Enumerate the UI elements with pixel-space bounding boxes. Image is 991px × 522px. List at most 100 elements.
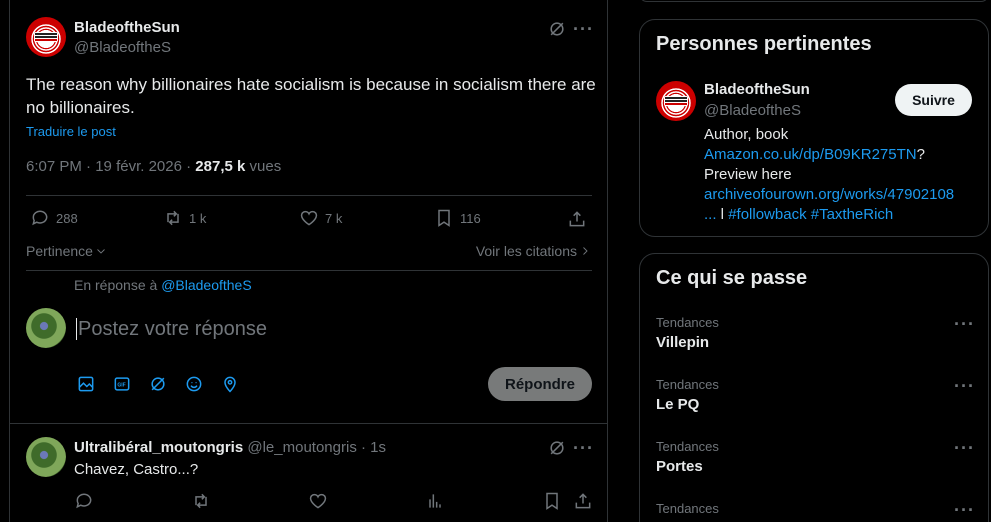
more-options-icon[interactable]: ··· (954, 314, 975, 335)
person-handle[interactable]: @BladeoftheS (704, 102, 801, 119)
more-options-icon[interactable]: ··· (573, 438, 594, 459)
reply-input[interactable]: Postez votre réponse (76, 314, 586, 344)
trend-item[interactable]: Tendances Portes ··· (640, 436, 988, 494)
trend-label: Villepin (656, 334, 710, 351)
trending-card: Ce qui se passe Tendances Villepin ··· T… (639, 253, 989, 522)
reply-to-handle[interactable]: @BladeoftheS (161, 277, 252, 293)
gif-icon[interactable]: GIF (112, 374, 132, 394)
top-card-edge (639, 0, 989, 2)
heart-icon (299, 208, 319, 228)
divider (26, 270, 592, 271)
location-icon[interactable] (220, 374, 240, 394)
trend-category: Tendances (656, 439, 719, 454)
post-author-avatar[interactable] (26, 17, 66, 57)
reply-header: Ultralibéral_moutongris @le_moutongris ·… (74, 439, 386, 456)
reply-author-name[interactable]: Ultralibéral_moutongris (74, 439, 243, 456)
view-quotes-link[interactable]: Voir les citations (476, 243, 591, 259)
reply-to-label: En réponse à (74, 277, 158, 293)
bio-line-5: ... l #followback #TaxtheRich (704, 205, 979, 225)
share-icon[interactable] (573, 491, 593, 511)
trend-category: Tendances (656, 501, 719, 516)
person-bio: Author, book Amazon.co.uk/dp/B09KR275TN?… (704, 125, 979, 225)
more-options-icon[interactable]: ··· (954, 438, 975, 459)
reply-icon (30, 208, 50, 228)
more-options-icon[interactable]: ··· (954, 500, 975, 521)
view-quotes-label: Voir les citations (475, 243, 577, 259)
reply-icon[interactable] (74, 491, 94, 511)
svg-text:GIF: GIF (117, 383, 125, 389)
repost-icon[interactable] (191, 491, 211, 511)
trend-label: Le PQ (656, 396, 700, 413)
trend-category: Tendances (656, 315, 719, 330)
reply-input-placeholder: Postez votre réponse (78, 317, 267, 340)
repost-action[interactable]: 1 k (163, 208, 206, 228)
meta-separator: · (186, 158, 196, 175)
divider (26, 195, 592, 196)
more-options-icon[interactable]: ··· (573, 19, 594, 40)
sort-relevance-label: Pertinence (26, 243, 93, 259)
like-action[interactable]: 7 k (299, 208, 342, 228)
composer-toolbar: GIF (76, 374, 240, 394)
post-date[interactable]: 19 févr. 2026 (95, 158, 182, 175)
meta-separator: · (86, 158, 96, 175)
composer-avatar[interactable] (26, 308, 66, 348)
image-icon[interactable] (76, 374, 96, 394)
reply-count: 288 (56, 210, 78, 226)
bio-ellipsis: ... (704, 206, 717, 223)
follow-button[interactable]: Suivre (895, 84, 972, 116)
emoji-icon[interactable] (184, 374, 204, 394)
bookmark-icon[interactable] (542, 491, 562, 511)
trend-item[interactable]: Tendances Le PQ ··· (640, 374, 988, 432)
bookmark-action[interactable]: 116 (434, 208, 481, 228)
person-avatar[interactable] (656, 81, 696, 121)
post-author-handle[interactable]: @BladeoftheS (74, 39, 171, 56)
meta-separator: · (361, 439, 371, 456)
views-label: vues (249, 158, 282, 175)
post-column: BladeoftheSun @BladeoftheS ··· The reaso… (9, 0, 608, 522)
post-meta: 6:07 PM · 19 févr. 2026 · 287,5 k vues (26, 158, 281, 175)
reply-author-handle[interactable]: @le_moutongris (247, 439, 356, 456)
like-count: 7 k (325, 210, 343, 226)
reply-author-avatar[interactable] (26, 437, 66, 477)
views-icon[interactable] (425, 491, 445, 511)
grok-icon[interactable] (547, 19, 567, 39)
share-icon[interactable] (567, 209, 587, 229)
bio-amazon-link[interactable]: Amazon.co.uk/dp/B09KR275TN (704, 146, 917, 163)
more-options-icon[interactable]: ··· (954, 376, 975, 397)
bio-line-2: Amazon.co.uk/dp/B09KR275TN? (704, 145, 979, 165)
person-name[interactable]: BladeoftheSun (704, 81, 810, 98)
text-cursor (76, 318, 77, 340)
grok-icon[interactable] (547, 438, 567, 458)
divider (10, 423, 608, 424)
post-text: The reason why billionaires hate sociali… (26, 75, 596, 117)
trend-item[interactable]: Tendances Villepin ··· (640, 312, 988, 370)
post-author-name[interactable]: BladeoftheSun (74, 19, 180, 36)
trend-item[interactable]: Tendances ··· (640, 498, 988, 522)
heart-icon[interactable] (308, 491, 328, 511)
chevron-right-icon (579, 245, 591, 257)
repost-icon (163, 208, 183, 228)
bio-line-3: Preview here (704, 166, 792, 183)
bookmark-count: 116 (460, 210, 481, 226)
bio-hashtags[interactable]: #followback #TaxtheRich (728, 206, 893, 223)
reply-action[interactable]: 288 (30, 208, 78, 228)
bio-question-mark: ? (916, 146, 925, 163)
translate-post-link[interactable]: Traduire le post (26, 124, 116, 139)
chevron-down-icon (95, 245, 107, 257)
reply-submit-button[interactable]: Répondre (488, 367, 592, 401)
trending-title: Ce qui se passe (656, 267, 808, 289)
reply-time[interactable]: 1s (370, 439, 386, 456)
trend-category: Tendances (656, 377, 719, 392)
relevant-people-card: Personnes pertinentes BladeoftheSun @Bla… (639, 19, 989, 237)
sort-relevance-dropdown[interactable]: Pertinence (26, 243, 107, 259)
repost-count: 1 k (189, 210, 207, 226)
reply-to-line: En réponse à @BladeoftheS (74, 277, 252, 293)
bio-separator: l (716, 206, 729, 223)
bio-line-1: Author, book (704, 126, 789, 143)
post-time[interactable]: 6:07 PM (26, 158, 82, 175)
views-count: 287,5 k (195, 158, 246, 175)
relevant-people-title: Personnes pertinentes (656, 33, 872, 55)
bookmark-icon (434, 208, 454, 228)
grok-icon[interactable] (148, 374, 168, 394)
bio-ao3-link[interactable]: archiveofourown.org/works/47902108 (704, 185, 979, 205)
